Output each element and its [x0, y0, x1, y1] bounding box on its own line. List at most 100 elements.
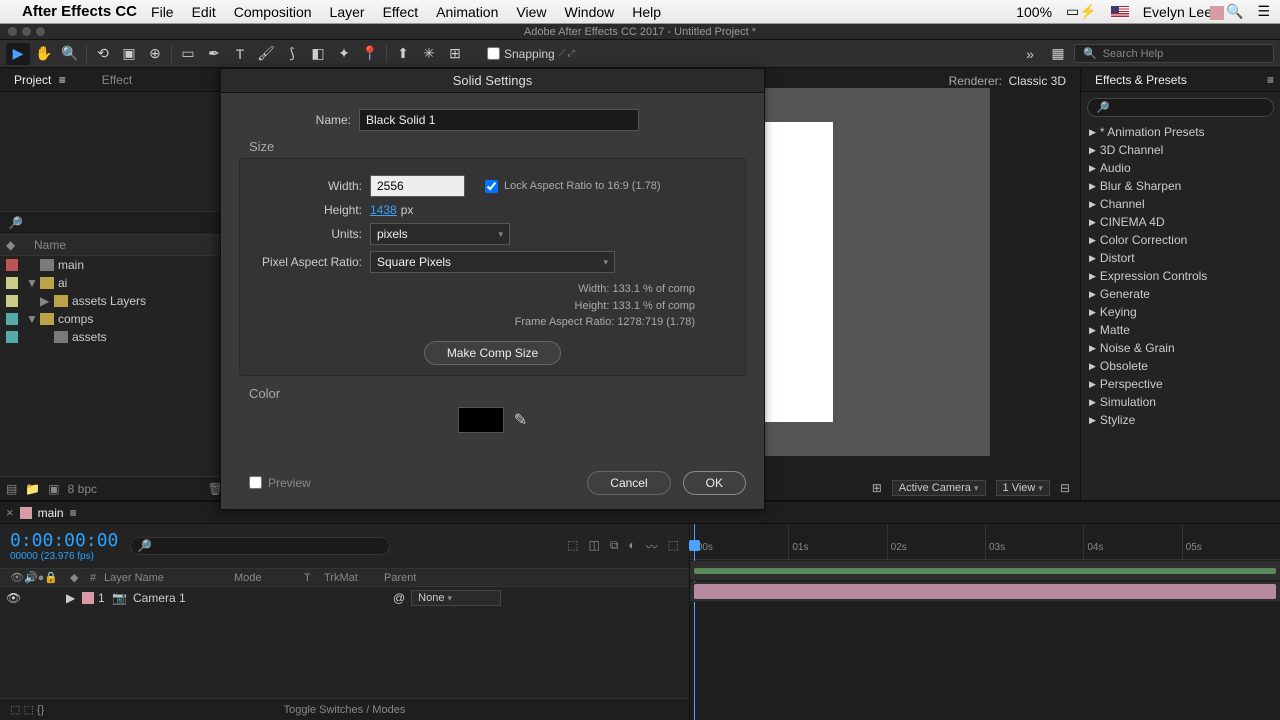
effects-category[interactable]: ▶Matte: [1081, 321, 1280, 339]
project-item[interactable]: assets: [0, 328, 229, 346]
timeline-footer-icons[interactable]: ⬚ ⬚ {}: [10, 703, 44, 716]
time-tick[interactable]: 01s: [788, 524, 886, 559]
tab-effect-controls[interactable]: Effect: [94, 73, 140, 87]
item-color-swatch[interactable]: [6, 331, 18, 343]
preview-checkbox[interactable]: [249, 476, 262, 489]
brain-icon[interactable]: ⬚: [668, 538, 679, 555]
flag-us-icon[interactable]: [1111, 6, 1129, 18]
menu-file[interactable]: File: [151, 4, 174, 20]
pen-tool-icon[interactable]: ✒: [202, 43, 226, 65]
eyedropper-icon[interactable]: ✎: [514, 410, 527, 430]
spotlight-icon[interactable]: 🔍: [1226, 3, 1243, 20]
traffic-lights[interactable]: [8, 27, 45, 36]
project-item[interactable]: ▼ ai: [0, 274, 229, 292]
effects-category[interactable]: ▶Keying: [1081, 303, 1280, 321]
item-color-swatch[interactable]: [6, 277, 18, 289]
close-comp-tab-icon[interactable]: ×: [6, 505, 14, 520]
menu-help[interactable]: Help: [632, 4, 661, 20]
menu-edit[interactable]: Edit: [192, 4, 216, 20]
new-folder-icon[interactable]: 📁: [25, 482, 40, 496]
tab-project[interactable]: Project ≡: [6, 73, 74, 87]
item-color-swatch[interactable]: [6, 313, 18, 325]
time-tick[interactable]: 03s: [985, 524, 1083, 559]
time-tick[interactable]: 04s: [1083, 524, 1181, 559]
item-color-swatch[interactable]: [6, 259, 18, 271]
effects-category[interactable]: ▶CINEMA 4D: [1081, 213, 1280, 231]
shy-icon[interactable]: ⬚: [567, 538, 578, 555]
selection-tool-icon[interactable]: ▶: [6, 43, 30, 65]
menu-window[interactable]: Window: [564, 4, 614, 20]
renderer-value[interactable]: Classic 3D: [1009, 74, 1066, 88]
col-name[interactable]: Name: [34, 238, 223, 252]
timeline-comp-name[interactable]: main: [38, 506, 64, 520]
parent-pickwhip-icon[interactable]: @: [393, 591, 405, 605]
layer-color-swatch[interactable]: [82, 592, 94, 604]
layer-name[interactable]: Camera 1: [133, 591, 243, 605]
effects-category[interactable]: ▶3D Channel: [1081, 141, 1280, 159]
col-color-label-icon[interactable]: ◆: [6, 238, 34, 252]
effects-category[interactable]: ▶Channel: [1081, 195, 1280, 213]
search-help-input[interactable]: 🔍 Search Help: [1074, 44, 1274, 63]
new-comp-icon[interactable]: ▣: [48, 482, 59, 496]
effects-category[interactable]: ▶Distort: [1081, 249, 1280, 267]
disclosure-arrow-icon[interactable]: ▼: [26, 312, 36, 326]
layer-row-camera[interactable]: 👁 ▶ 1 📷 Camera 1 @ None ▾: [0, 587, 689, 609]
effects-category[interactable]: ▶Generate: [1081, 285, 1280, 303]
bpc-toggle[interactable]: 8 bpc: [68, 482, 97, 496]
view-dropdown[interactable]: 1 View ▾: [996, 480, 1050, 496]
menu-effect[interactable]: Effect: [383, 4, 419, 20]
hand-tool-icon[interactable]: ✋: [32, 43, 56, 65]
puppet-tool-icon[interactable]: 📍: [358, 43, 382, 65]
chevrons-icon[interactable]: »: [1018, 43, 1042, 65]
pan-behind-tool-icon[interactable]: ⊕: [143, 43, 167, 65]
name-input[interactable]: [359, 109, 639, 131]
view-axis-icon[interactable]: ⊞: [443, 43, 467, 65]
current-timecode[interactable]: 0:00:00:00: [10, 530, 118, 551]
menu-composition[interactable]: Composition: [234, 4, 312, 20]
effects-category[interactable]: ▶Noise & Grain: [1081, 339, 1280, 357]
project-item[interactable]: main: [0, 256, 229, 274]
frame-blend-icon[interactable]: ⧉: [610, 538, 619, 555]
time-tick[interactable]: :00s: [690, 524, 788, 559]
disclosure-arrow-icon[interactable]: ▼: [26, 276, 36, 290]
workspace-icon[interactable]: ▦: [1046, 43, 1070, 65]
brush-tool-icon[interactable]: 🖌: [254, 43, 278, 65]
rect-tool-icon[interactable]: ▭: [176, 43, 200, 65]
visibility-toggle-icon[interactable]: 👁: [6, 591, 21, 605]
camera-tool-icon[interactable]: ▣: [117, 43, 141, 65]
layer-duration-bar[interactable]: [690, 582, 1280, 602]
units-dropdown[interactable]: pixels▾: [370, 223, 510, 245]
eraser-tool-icon[interactable]: ◧: [306, 43, 330, 65]
active-camera-dropdown[interactable]: Active Camera ▾: [892, 480, 986, 496]
menu-list-icon[interactable]: ☰: [1257, 3, 1270, 20]
item-color-swatch[interactable]: [6, 295, 18, 307]
clone-tool-icon[interactable]: ⟆: [280, 43, 304, 65]
height-value[interactable]: 1438: [370, 203, 397, 217]
menu-view[interactable]: View: [516, 4, 546, 20]
snapping-toggle[interactable]: Snapping ⟋ ⤢: [487, 47, 575, 61]
width-input[interactable]: [370, 175, 465, 197]
type-tool-icon[interactable]: T: [228, 43, 252, 65]
timeline-tab-menu-icon[interactable]: ≡: [70, 506, 77, 520]
orbit-tool-icon[interactable]: ⟲: [91, 43, 115, 65]
par-dropdown[interactable]: Square Pixels▾: [370, 251, 615, 273]
solid-color-swatch[interactable]: [458, 407, 504, 433]
ok-button[interactable]: OK: [683, 471, 746, 495]
local-axis-icon[interactable]: ⬆: [391, 43, 415, 65]
effects-category[interactable]: ▶Obsolete: [1081, 357, 1280, 375]
viewer-options-icon[interactable]: ⊟: [1060, 481, 1070, 495]
tab-effects-presets[interactable]: Effects & Presets: [1087, 73, 1195, 87]
project-item[interactable]: ▼ comps: [0, 310, 229, 328]
project-item[interactable]: ▶ assets Layers: [0, 292, 229, 310]
graph-editor-icon[interactable]: 〰: [646, 538, 658, 555]
work-area-bar[interactable]: [690, 561, 1280, 581]
effects-search[interactable]: 🔎: [1087, 98, 1274, 117]
effects-category[interactable]: ▶Stylize: [1081, 411, 1280, 429]
roto-tool-icon[interactable]: ✦: [332, 43, 356, 65]
disclosure-arrow-icon[interactable]: ▶: [40, 294, 50, 308]
lock-aspect-checkbox[interactable]: Lock Aspect Ratio to 16:9 (1.78): [485, 180, 661, 193]
parent-dropdown[interactable]: None ▾: [411, 590, 501, 606]
effects-category[interactable]: ▶Color Correction: [1081, 231, 1280, 249]
toggle-switches-modes[interactable]: Toggle Switches / Modes: [284, 704, 406, 716]
zoom-tool-icon[interactable]: 🔍: [58, 43, 82, 65]
